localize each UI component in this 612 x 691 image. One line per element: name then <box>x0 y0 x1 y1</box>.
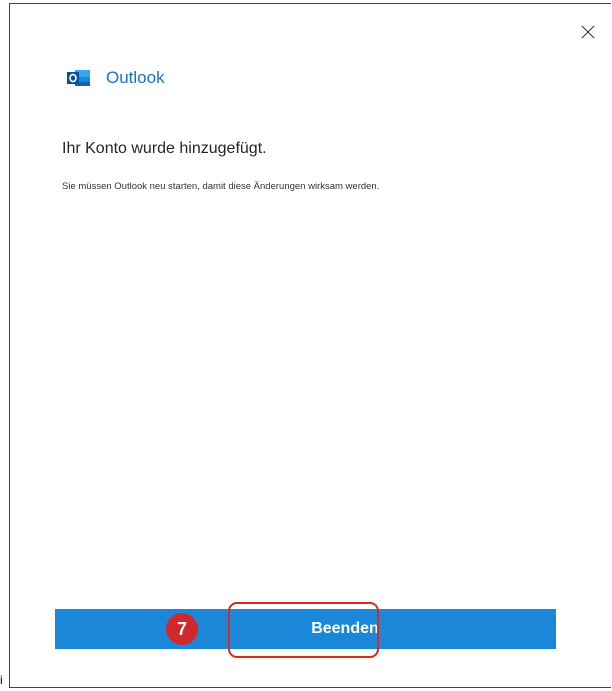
outlook-logo-icon <box>67 70 90 86</box>
outlook-brand: Outlook <box>67 66 165 90</box>
restart-message: Sie müssen Outlook neu starten, damit di… <box>62 181 380 192</box>
finish-button[interactable]: Beenden <box>55 609 556 649</box>
close-button[interactable] <box>578 22 598 42</box>
dialog-heading: Ihr Konto wurde hinzugefügt. <box>62 140 267 157</box>
step-number-badge: 7 <box>166 613 198 645</box>
app-name: Outlook <box>106 68 165 87</box>
stray-glyph: i <box>0 673 3 687</box>
account-added-dialog: Outlook Ihr Konto wurde hinzugefügt. Sie… <box>9 3 611 688</box>
screenshot-canvas: Outlook Ihr Konto wurde hinzugefügt. Sie… <box>0 0 612 691</box>
close-icon <box>581 25 595 39</box>
finish-button-label: Beenden <box>311 620 379 637</box>
